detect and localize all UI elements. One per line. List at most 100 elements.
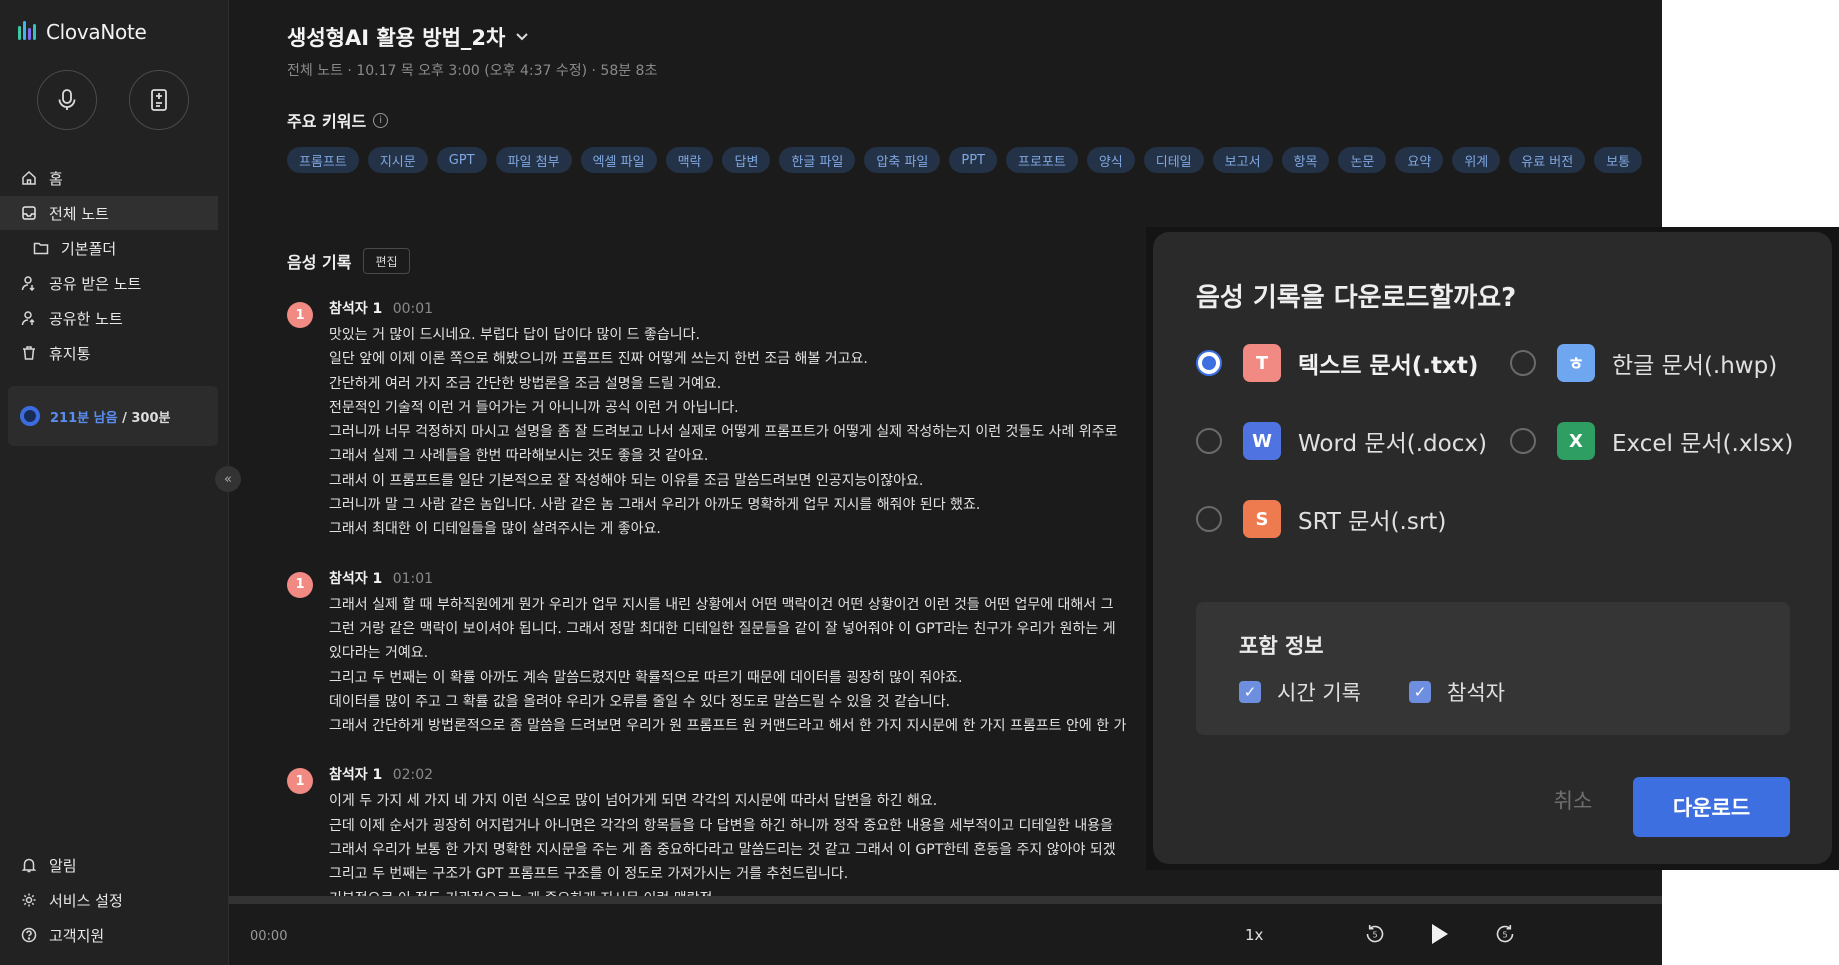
keyword-chip[interactable]: 유료 버전 [1509, 147, 1586, 173]
play-button[interactable] [1423, 918, 1455, 950]
logo[interactable]: ClovaNote [18, 20, 147, 44]
logo-text: ClovaNote [46, 20, 147, 44]
cancel-button[interactable]: 취소 [1533, 780, 1613, 820]
sidebar-item-shared-by-me[interactable]: 공유한 노트 [0, 301, 218, 335]
format-option-docx[interactable]: W Word 문서(.docx) [1196, 422, 1487, 460]
format-option-srt[interactable]: S SRT 문서(.srt) [1196, 500, 1446, 538]
format-option-hwp[interactable]: ㅎ 한글 문서(.hwp) [1510, 344, 1777, 382]
download-dialog: 음성 기록을 다운로드할까요? T 텍스트 문서(.txt) ㅎ 한글 문서(.… [1153, 232, 1832, 864]
current-time: 00:00 [250, 929, 288, 944]
keyword-chip[interactable]: 항목 [1281, 147, 1330, 173]
sidebar-item-support[interactable]: 고객지원 [0, 918, 218, 952]
rewind-seconds: 5 [1372, 931, 1377, 940]
quota-total: / 300분 [117, 410, 171, 426]
keyword-chip[interactable]: 한글 파일 [779, 147, 856, 173]
sidebar-item-notifications[interactable]: 알림 [0, 848, 218, 882]
download-button[interactable]: 다운로드 [1633, 777, 1790, 837]
format-option-label: Excel 문서(.xlsx) [1612, 431, 1794, 457]
radio-button[interactable] [1510, 350, 1536, 376]
sidebar-item-home[interactable]: 홈 [0, 161, 218, 195]
text-file-icon: T [1243, 344, 1281, 382]
format-option-xlsx[interactable]: X Excel 문서(.xlsx) [1510, 422, 1793, 460]
speaker-name[interactable]: 참석자 1 [329, 301, 382, 317]
speaker-avatar: 1 [287, 768, 313, 795]
keyword-chip[interactable]: 답변 [722, 147, 771, 173]
keyword-chip[interactable]: 프롬프트 [287, 147, 359, 173]
sidebar-item-label: 알림 [49, 856, 77, 875]
keyword-chip[interactable]: 보고서 [1212, 147, 1273, 173]
playback-speed-button[interactable]: 1x [1245, 926, 1263, 944]
notes-icon [20, 205, 37, 222]
radio-button[interactable] [1510, 428, 1536, 454]
rewind-5-button[interactable]: 5 [1359, 918, 1391, 950]
keywords-heading: 주요 키워드 i [287, 108, 389, 132]
checkbox-label: 시간 기록 [1277, 681, 1361, 705]
sidebar-item-label: 홈 [49, 169, 63, 188]
include-info-panel: 포함 정보 ✓ 시간 기록 ✓ 참석자 [1196, 602, 1790, 735]
speaker-avatar: 1 [287, 302, 313, 328]
keyword-chip[interactable]: 양식 [1086, 147, 1135, 173]
sidebar-item-shared-with-me[interactable]: 공유 받은 노트 [0, 266, 218, 300]
include-speakers-checkbox[interactable]: ✓ 참석자 [1409, 677, 1505, 707]
sidebar-item-all-notes[interactable]: 전체 노트 [0, 196, 218, 230]
keyword-chip[interactable]: 위계 [1452, 147, 1501, 173]
keyword-chip[interactable]: 엑셀 파일 [580, 147, 657, 173]
note-title[interactable]: 생성형AI 활용 방법_2차 [287, 22, 529, 52]
keyword-chip[interactable]: 지시문 [367, 147, 428, 173]
radio-button[interactable] [1196, 506, 1222, 532]
keyword-chip[interactable]: 파일 첨부 [495, 147, 572, 173]
sidebar-item-settings[interactable]: 서비스 설정 [0, 883, 218, 917]
keyword-chip[interactable]: 보통 [1594, 147, 1643, 173]
edit-button[interactable]: 편집 [363, 248, 410, 274]
dialog-title: 음성 기록을 다운로드할까요? [1196, 283, 1517, 313]
forward-icon: 5 [1496, 925, 1514, 943]
sidebar-item-label: 고객지원 [49, 926, 105, 945]
rewind-icon: 5 [1366, 925, 1384, 943]
folder-icon [32, 240, 49, 257]
speaker-name[interactable]: 참석자 1 [329, 767, 382, 783]
checkmark-icon[interactable]: ✓ [1409, 681, 1431, 703]
forward-5-button[interactable]: 5 [1489, 918, 1521, 950]
sidebar-nav: 홈 전체 노트 기본폴더 공유 받은 노트 공유한 노트 휴지통 [0, 161, 218, 371]
checkmark-icon[interactable]: ✓ [1239, 681, 1261, 703]
excel-file-icon: X [1557, 422, 1595, 460]
keyword-chip[interactable]: 맥락 [665, 147, 714, 173]
keyword-chip[interactable]: 압축 파일 [864, 147, 941, 173]
include-info-title: 포함 정보 [1239, 634, 1324, 658]
help-icon [20, 927, 37, 944]
usage-quota[interactable]: 211분 남음 / 300분 [8, 386, 218, 446]
keyword-chip[interactable]: 프로포트 [1006, 147, 1078, 173]
format-option-label: 텍스트 문서(.txt) [1298, 353, 1479, 379]
sidebar-item-default-folder[interactable]: 기본폴더 [0, 231, 218, 265]
clovanote-logo-icon [18, 21, 38, 43]
chevron-down-icon [516, 33, 529, 41]
radio-button[interactable] [1196, 350, 1222, 376]
sidebar-item-label: 서비스 설정 [49, 891, 123, 910]
sidebar: ClovaNote 홈 전체 노트 기본폴더 공유 받은 노트 공유한 노트 휴… [0, 0, 229, 965]
trash-icon [20, 345, 37, 362]
word-file-icon: W [1243, 422, 1281, 460]
info-icon[interactable]: i [373, 112, 389, 128]
upload-note-button[interactable] [129, 70, 189, 130]
keyword-chip[interactable]: PPT [949, 147, 997, 173]
home-icon [20, 170, 37, 187]
note-title-text: 생성형AI 활용 방법_2차 [287, 26, 506, 50]
transcript-line[interactable]: 기본적으로 이 정도 기관적으로는 게 중요하게 지시문 이런 맥락적 [329, 887, 1387, 896]
radio-button[interactable] [1196, 428, 1222, 454]
format-option-txt[interactable]: T 텍스트 문서(.txt) [1196, 344, 1478, 382]
keyword-chip[interactable]: GPT [436, 147, 487, 173]
segment-timestamp[interactable]: 00:01 [393, 301, 433, 317]
format-option-label: Word 문서(.docx) [1298, 431, 1487, 457]
speaker-name[interactable]: 참석자 1 [329, 571, 382, 587]
sidebar-item-trash[interactable]: 휴지통 [0, 336, 218, 370]
keyword-chip[interactable]: 논문 [1338, 147, 1387, 173]
keyword-chip[interactable]: 요약 [1395, 147, 1444, 173]
include-timestamps-checkbox[interactable]: ✓ 시간 기록 [1239, 677, 1361, 707]
hwp-file-icon: ㅎ [1557, 344, 1595, 382]
segment-timestamp[interactable]: 01:01 [393, 571, 433, 587]
keyword-chip[interactable]: 디테일 [1143, 147, 1204, 173]
record-button[interactable] [37, 70, 97, 130]
progress-bar[interactable] [229, 896, 1662, 904]
sidebar-item-label: 전체 노트 [49, 204, 109, 223]
segment-timestamp[interactable]: 02:02 [393, 767, 433, 783]
